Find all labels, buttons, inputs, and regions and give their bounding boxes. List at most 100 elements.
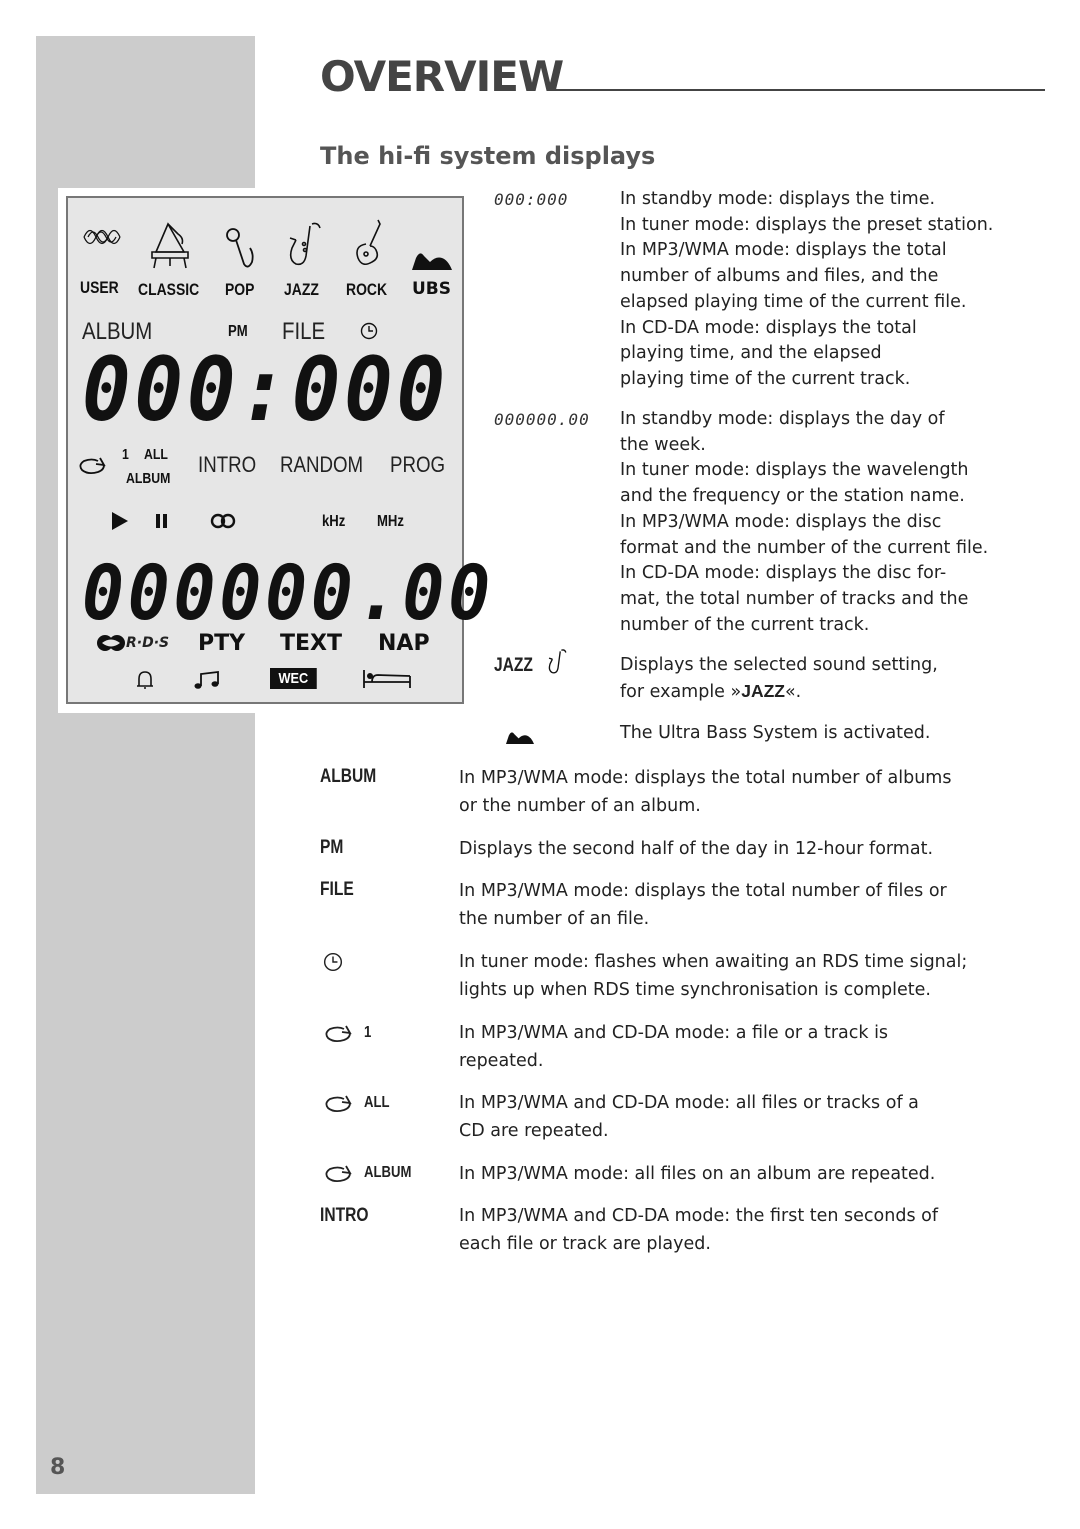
desc-line: or the number of an album. (459, 796, 701, 816)
lcd-nap: NAP (378, 631, 430, 656)
desc-line: CD are repeated. (459, 1121, 609, 1141)
alarm-bell-icon (137, 671, 153, 689)
desc-line: In MP3/WMA and CD-DA mode: the first ten… (459, 1206, 939, 1226)
lcd-label-user: USER (80, 278, 119, 297)
clock-icon (323, 952, 343, 972)
repeat-icon (325, 1025, 352, 1043)
lcd-label-pop: POP (225, 280, 255, 299)
lcd-prog: PROG (390, 452, 446, 477)
lcd-random: RANDOM (280, 452, 364, 477)
desc-line: and the frequency or the station name. (620, 486, 965, 507)
desc-line: the number of an file. (459, 909, 650, 929)
desc-line: In MP3/WMA mode: all files on an album a… (459, 1164, 936, 1184)
lcd-label-ubs: UBS (412, 279, 452, 299)
lcd-main-digits: 000:000 (82, 338, 449, 441)
desc-line: Displays the selected sound setting, (620, 655, 938, 675)
lcd-text: TEXT (280, 631, 343, 656)
lcd-secondary-digits: 000000.00 (82, 548, 494, 637)
lcd-label-classic: CLASSIC (138, 280, 200, 299)
rds-logo-icon (97, 635, 125, 651)
repeat-icon (325, 1095, 352, 1113)
desc-line: The Ultra Bass System is activated. (620, 723, 931, 743)
saxophone-icon (289, 222, 321, 266)
example-bold: JAZZ (741, 680, 785, 701)
desc-secondary-digits: In standby mode: displays the day of the… (620, 407, 1040, 638)
desc-line: playing time of the current track. (620, 368, 911, 389)
microphone-icon (226, 228, 254, 268)
desc-line: lights up when RDS time synchronisation … (459, 980, 931, 1000)
bed-icon (363, 670, 411, 688)
play-icon (112, 512, 128, 530)
desc-line: In tuner mode: displays the preset stati… (620, 214, 994, 235)
desc-line: In MP3/WMA mode: displays the total numb… (459, 881, 947, 901)
lcd-wec: WEC (270, 668, 317, 689)
lcd-khz: kHz (322, 513, 346, 530)
page-title: OVERVIEW (320, 52, 564, 101)
desc-line: the week. (620, 434, 706, 455)
lcd-rds: R·D·S (126, 635, 170, 651)
desc-line: playing time, and the elapsed (620, 343, 882, 364)
lcd-pty: PTY (198, 631, 246, 656)
term-repeat-album: ALBUM (364, 1164, 412, 1181)
desc-jazz: Displays the selected sound setting, for… (620, 653, 1040, 705)
desc-line: format and the number of the current fil… (620, 537, 989, 558)
desc-line: In MP3/WMA mode: displays the total (620, 240, 947, 261)
desc-line: In MP3/WMA mode: displays the disc (620, 511, 942, 532)
lcd-repeat-one: 1 (122, 446, 129, 463)
desc-line: each file or track are played. (459, 1234, 711, 1254)
term-repeat-all: ALL (364, 1094, 390, 1111)
desc-line: In MP3/WMA and CD-DA mode: all files or … (459, 1093, 919, 1113)
term-album: ALBUM (320, 766, 377, 787)
term-file: FILE (320, 879, 354, 900)
term-pm: PM (320, 837, 344, 858)
desc-line: In CD-DA mode: displays the total (620, 317, 917, 338)
repeat-icon (79, 457, 106, 475)
music-note-icon (194, 670, 219, 689)
lcd-label-rock: ROCK (346, 280, 388, 299)
desc-line: In CD-DA mode: displays the disc for- (620, 563, 947, 584)
guitar-icon (356, 219, 381, 266)
lcd-label-jazz: JAZZ (284, 280, 319, 299)
term-secondary-digits: 000000.00 (494, 410, 590, 429)
desc-repeat-all: In MP3/WMA and CD-DA mode: all files or … (459, 1089, 1019, 1145)
desc-line: In standby mode: displays the day of (620, 409, 945, 429)
desc-line: In MP3/WMA and CD-DA mode: a file or a t… (459, 1023, 889, 1043)
desc-line: number of albums and files, and the (620, 266, 939, 287)
ubs-wave-icon (412, 253, 452, 270)
lcd-display: USER CLASSIC POP JAZZ ROCK UBS ALBUM PM … (66, 196, 490, 704)
pause-icon (156, 514, 167, 528)
term-main-digits: 000:000 (494, 190, 569, 209)
example-suffix: «. (784, 681, 802, 702)
desc-intro: In MP3/WMA and CD-DA mode: the first ten… (459, 1202, 1019, 1258)
lcd-mhz: MHz (377, 513, 404, 530)
stereo-icon (210, 513, 236, 529)
desc-line: Displays the second half of the day in 1… (459, 839, 934, 859)
piano-icon (151, 222, 189, 269)
section-title: The hi-fi system displays (320, 142, 656, 170)
lcd-intro: INTRO (198, 452, 257, 477)
repeat-icon (325, 1165, 352, 1183)
title-rule (553, 89, 1045, 91)
desc-clock: In tuner mode: flashes when awaiting an … (459, 948, 1019, 1004)
page-number: 8 (50, 1455, 66, 1480)
desc-repeat-album: In MP3/WMA mode: all files on an album a… (459, 1160, 1019, 1188)
term-jazz: JAZZ (494, 655, 533, 676)
desc-ubs: The Ultra Bass System is activated. (620, 721, 1040, 747)
desc-main-digits: In standby mode: displays the time. In t… (620, 187, 1040, 393)
lcd-repeat-album: ALBUM (126, 470, 171, 487)
desc-line: In standby mode: displays the time. (620, 189, 936, 209)
lcd-repeat-all: ALL (144, 446, 168, 463)
term-intro: INTRO (320, 1205, 369, 1226)
desc-repeat-one: In MP3/WMA and CD-DA mode: a file or a t… (459, 1019, 1019, 1075)
desc-line: repeated. (459, 1051, 544, 1071)
desc-line: In MP3/WMA mode: displays the total numb… (459, 768, 952, 788)
desc-line: number of the current track. (620, 614, 870, 635)
desc-file: In MP3/WMA mode: displays the total numb… (459, 877, 1019, 933)
desc-album: In MP3/WMA mode: displays the total numb… (459, 764, 1019, 820)
desc-line: In tuner mode: displays the wavelength (620, 460, 969, 481)
saxophone-icon (548, 649, 567, 674)
desc-pm: Displays the second half of the day in 1… (459, 835, 1019, 863)
ubs-wave-icon (506, 732, 534, 744)
desc-line: In tuner mode: flashes when awaiting an … (459, 952, 968, 972)
example-prefix: for example » (620, 681, 742, 702)
